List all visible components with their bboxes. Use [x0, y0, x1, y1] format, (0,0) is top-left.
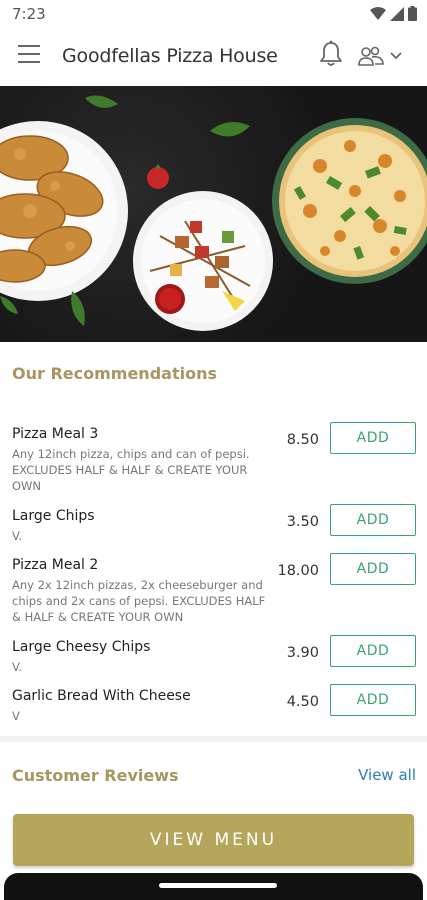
app-bar: Goodfellas Pizza House	[0, 28, 427, 86]
item-description: V.	[12, 529, 23, 543]
item-name: Pizza Meal 2	[12, 557, 99, 573]
item-description: Any 2x 12inch pizzas, 2x cheeseburger an…	[12, 578, 266, 624]
add-button[interactable]: ADD	[330, 553, 416, 585]
signal-icon	[390, 6, 404, 21]
chevron-down-icon	[390, 52, 402, 60]
item-price: 3.90	[286, 645, 319, 661]
item-price: 4.50	[286, 694, 319, 710]
bell-icon	[320, 40, 342, 66]
hero-banner	[0, 86, 427, 342]
item-price: 3.50	[286, 514, 319, 530]
item-description: Any 12inch pizza, chips and can of pepsi…	[12, 447, 250, 493]
status-time: 7:23	[12, 5, 46, 23]
battery-icon	[408, 6, 417, 21]
app-title: Goodfellas Pizza House	[62, 45, 278, 67]
item-price: 18.00	[277, 563, 319, 579]
item-name: Large Chips	[12, 508, 95, 524]
item-price: 8.50	[286, 432, 319, 448]
hamburger-icon	[18, 45, 40, 47]
users-icon	[358, 46, 384, 66]
recommendations-title: Our Recommendations	[12, 364, 217, 383]
view-all-link[interactable]: View all	[358, 766, 416, 784]
add-button[interactable]: ADD	[330, 684, 416, 716]
system-navigation-bar	[4, 873, 423, 900]
add-button[interactable]: ADD	[330, 422, 416, 454]
menu-button[interactable]	[18, 45, 42, 67]
item-name: Garlic Bread With Cheese	[12, 688, 191, 704]
home-indicator[interactable]	[159, 883, 277, 888]
status-bar: 7:23	[0, 0, 427, 28]
reviews-title: Customer Reviews	[12, 766, 179, 785]
item-name: Large Cheesy Chips	[12, 639, 151, 655]
wifi-icon	[370, 6, 386, 20]
profile-button[interactable]	[358, 42, 414, 70]
add-button[interactable]: ADD	[330, 635, 416, 667]
item-description: V	[12, 709, 20, 723]
item-description: V.	[12, 660, 23, 674]
add-button[interactable]: ADD	[330, 504, 416, 536]
reviews-section: Customer Reviews View all	[0, 742, 427, 812]
status-icons	[370, 6, 417, 21]
recommendations-section: Our Recommendations Pizza Meal 3 Any 12i…	[0, 342, 427, 736]
food-illustration	[0, 95, 427, 331]
view-menu-button[interactable]: VIEW MENU	[13, 814, 414, 866]
notifications-button[interactable]	[318, 40, 346, 70]
item-name: Pizza Meal 3	[12, 426, 99, 442]
